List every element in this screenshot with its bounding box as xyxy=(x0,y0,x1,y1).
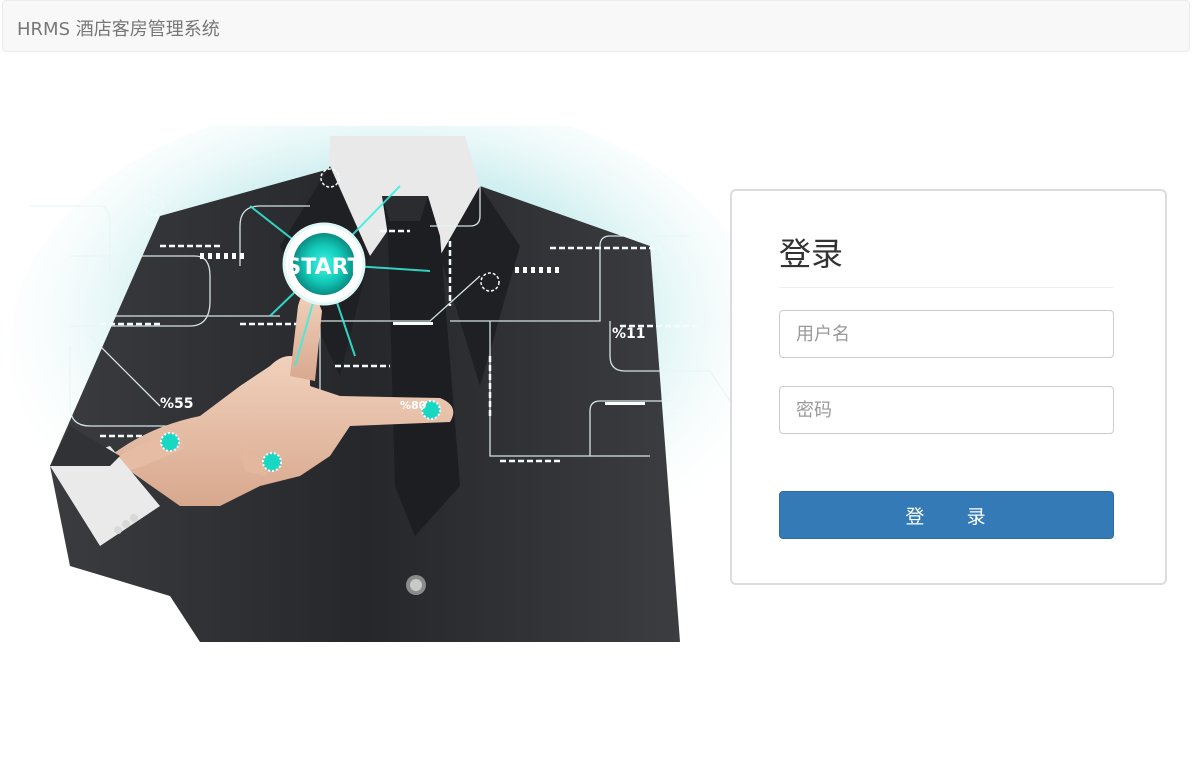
top-navbar: HRMS 酒店客房管理系统 xyxy=(2,0,1190,52)
password-input[interactable] xyxy=(779,386,1114,434)
brand-title[interactable]: HRMS 酒店客房管理系统 xyxy=(17,15,220,41)
login-panel: 登录 登 录 xyxy=(730,189,1167,585)
readout-80: %80 xyxy=(400,399,427,412)
login-title: 登录 xyxy=(779,235,844,273)
login-button[interactable]: 登 录 xyxy=(779,491,1114,539)
start-button-icon: START xyxy=(282,222,366,306)
username-input[interactable] xyxy=(779,310,1114,358)
readout-11: %11 xyxy=(612,326,646,342)
start-label: START xyxy=(285,255,362,280)
readout-55: %55 xyxy=(160,396,194,412)
businessman-start-illustration: START %11 %55 %80 xyxy=(10,126,750,642)
title-divider xyxy=(779,287,1113,288)
hero-image: START %11 %55 %80 xyxy=(10,126,750,642)
